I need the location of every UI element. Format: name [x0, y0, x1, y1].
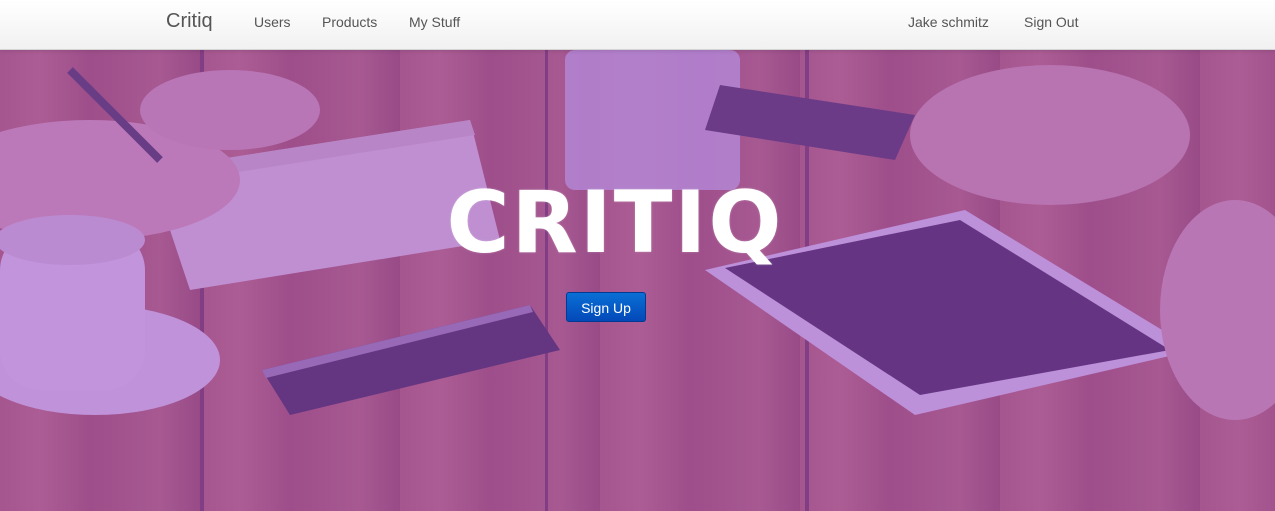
brand-link[interactable]: Critiq: [166, 10, 213, 33]
nav-products-link[interactable]: Products: [322, 14, 377, 30]
top-navbar: Critiq Users Products My Stuff Jake schm…: [0, 0, 1275, 50]
nav-users-link[interactable]: Users: [254, 14, 291, 30]
nav-my-stuff-link[interactable]: My Stuff: [409, 14, 460, 30]
hero-color-overlay: [0, 50, 1275, 511]
critiq-logo: CRITIQ: [446, 173, 784, 273]
nav-user-name-link[interactable]: Jake schmitz: [908, 14, 989, 30]
sign-up-button[interactable]: Sign Up: [566, 292, 646, 322]
hero-section: CRITIQ Sign Up: [0, 50, 1275, 511]
nav-sign-out-link[interactable]: Sign Out: [1024, 14, 1078, 30]
